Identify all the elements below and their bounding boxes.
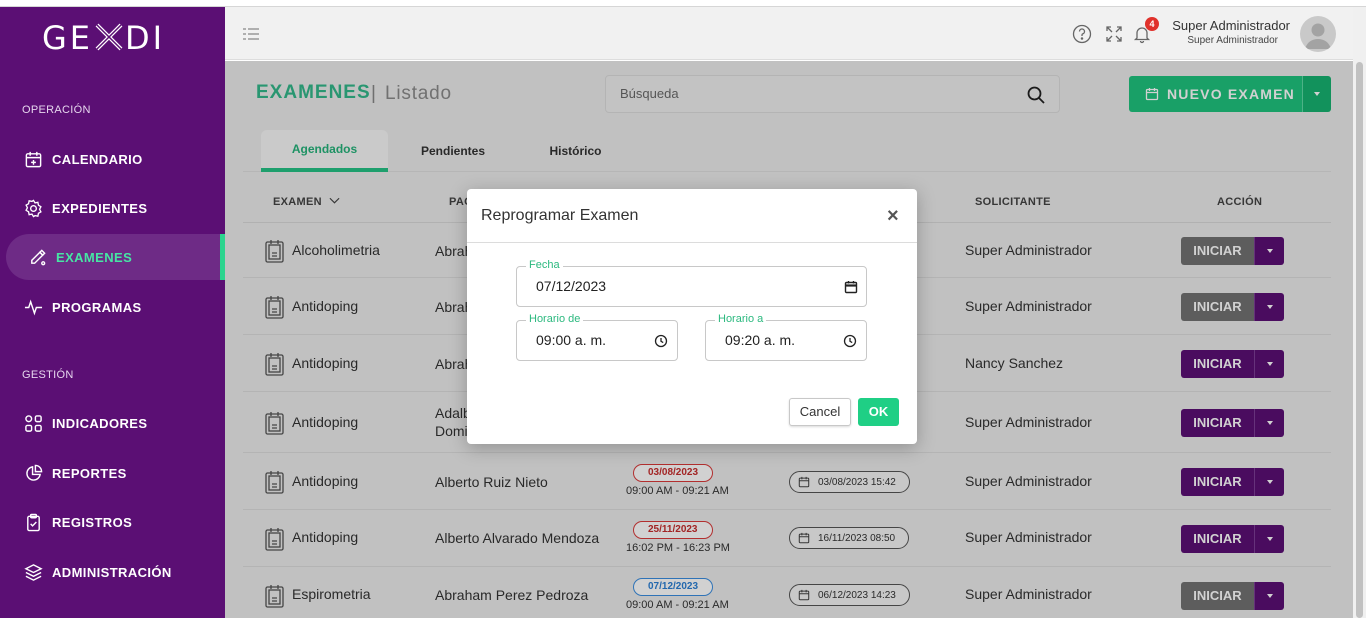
avatar[interactable] [1300, 16, 1336, 52]
time-to-value: 09:20 a. m. [725, 332, 796, 348]
sidebar-item-label: ADMINISTRACIÓN [52, 564, 172, 580]
sidebar-item-examenes[interactable]: EXAMENES [6, 234, 225, 280]
user-avatar-icon [1305, 23, 1331, 49]
grid-icon [25, 414, 42, 432]
sidebar-item-label: EXAMENES [56, 249, 133, 265]
sidebar-item-label: PROGRAMAS [52, 299, 142, 315]
sidebar-item-reportes[interactable]: REPORTES [0, 450, 225, 496]
date-field-value: 07/12/2023 [536, 278, 607, 294]
sidebar-item-label: EXPEDIENTES [52, 200, 148, 216]
date-field[interactable]: Fecha 07/12/2023 [516, 259, 867, 307]
sidebar-item-calendario[interactable]: CALENDARIO [0, 136, 225, 182]
pipette-icon [31, 248, 46, 265]
user-name[interactable]: Super Administrador [1172, 18, 1290, 33]
calendar-icon[interactable] [844, 280, 858, 294]
section-label-gestion: GESTIÓN [22, 369, 74, 381]
sidebar-item-label: CALENDARIO [52, 151, 143, 167]
fullscreen-icon[interactable] [1104, 24, 1124, 44]
sidebar-item-administracion[interactable]: ADMINISTRACIÓN [0, 549, 225, 595]
logo-x-mark [95, 23, 123, 51]
sidebar-item-indicadores[interactable]: INDICADORES [0, 400, 225, 446]
time-to-label: Horario a [715, 313, 767, 325]
sidebar-item-label: REPORTES [52, 465, 127, 481]
sidebar-item-expedientes[interactable]: EXPEDIENTES [0, 185, 225, 231]
pulse-icon [24, 299, 43, 315]
user-role: Super Administrador [1187, 35, 1278, 46]
notification-badge: 4 [1145, 17, 1159, 31]
sidebar: GE DI OPERACIÓN CALENDARIO EXPEDIENTES EX… [0, 7, 225, 618]
clock-icon[interactable] [843, 334, 857, 348]
pie-chart-icon [26, 464, 43, 481]
section-label-operacion: OPERACIÓN [22, 104, 91, 116]
reschedule-modal: Reprogramar Examen × Fecha 07/12/2023 Ho… [467, 189, 917, 444]
date-field-label: Fecha [526, 259, 563, 271]
sidebar-item-programas[interactable]: PROGRAMAS [0, 284, 225, 330]
menu-toggle-icon[interactable] [242, 27, 260, 41]
top-header: 4 Super Administrador Super Administrado… [225, 7, 1353, 60]
app-logo[interactable]: GE DI [42, 19, 165, 57]
close-icon[interactable]: × [887, 206, 899, 226]
sidebar-item-label: INDICADORES [52, 415, 148, 431]
sidebar-item-registros[interactable]: REGISTROS [0, 499, 225, 545]
clock-icon[interactable] [654, 334, 668, 348]
time-to-field[interactable]: Horario a 09:20 a. m. [705, 313, 867, 361]
time-from-value: 09:00 a. m. [536, 332, 607, 348]
sidebar-item-label: REGISTROS [52, 514, 133, 530]
browser-top-strip [0, 0, 1366, 7]
calendar-plus-icon [25, 151, 42, 167]
gear-icon [25, 199, 42, 217]
cancel-button[interactable]: Cancel [789, 398, 851, 426]
time-from-field[interactable]: Horario de 09:00 a. m. [516, 313, 678, 361]
page-scrollbar[interactable] [1353, 7, 1366, 618]
modal-divider [467, 242, 917, 243]
ok-button[interactable]: OK [858, 398, 899, 426]
clipboard-icon [27, 513, 40, 531]
modal-title: Reprogramar Examen [481, 207, 639, 224]
time-from-label: Horario de [526, 313, 584, 325]
layers-icon [24, 563, 43, 581]
scrollbar-thumb[interactable] [1356, 62, 1363, 618]
help-icon[interactable] [1072, 24, 1092, 44]
